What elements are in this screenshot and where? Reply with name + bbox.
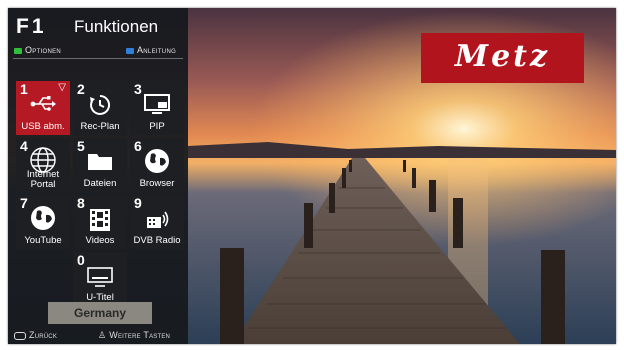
browser-globe-icon — [145, 149, 169, 173]
tile-number: 4 — [20, 138, 28, 154]
guide-label: Anleitung — [137, 45, 177, 55]
tile-label: Internet Portal — [26, 169, 60, 190]
back-label: Zurück — [29, 330, 58, 340]
metz-logo-text: Metz — [454, 39, 551, 74]
tile-number: 8 — [77, 195, 85, 211]
options-label: Optionen — [25, 45, 62, 55]
tile-number: 7 — [20, 195, 28, 211]
film-icon — [90, 209, 110, 231]
function-key-label: F1 — [16, 15, 47, 38]
dropdown-indicator-icon: ▽ — [58, 82, 66, 93]
header-divider — [13, 58, 183, 59]
tile-label: USB abm. — [21, 121, 65, 132]
blue-key-icon — [126, 47, 134, 54]
tile-number: 1 — [20, 81, 28, 97]
tile-label: YouTube — [24, 235, 62, 246]
tile-usb-remove[interactable]: 1 ▽ USB abm. — [16, 81, 70, 135]
tile-subtitles[interactable]: 0 U-Titel — [73, 252, 127, 306]
tile-label: Dateien — [83, 178, 117, 189]
tile-label: Browser — [139, 178, 175, 189]
radio-icon — [147, 211, 169, 228]
subtitle-icon — [87, 267, 113, 287]
tile-browser[interactable]: 6 Browser — [130, 138, 184, 192]
tile-dvb-radio[interactable]: 9 DVB Radio — [130, 195, 184, 249]
person-key-icon: ♙ — [98, 330, 107, 340]
function-grid: 1 ▽ USB abm. 2 Rec-Plan 3 PIP 4 Internet… — [16, 81, 184, 306]
country-flag-banner: Germany — [48, 302, 152, 324]
timer-icon — [90, 94, 111, 115]
more-keys-label: Weitere Tasten — [109, 330, 171, 340]
tile-number: 2 — [77, 81, 85, 97]
tile-label: Rec-Plan — [80, 121, 120, 132]
pip-icon — [144, 94, 170, 114]
tile-internet-portal[interactable]: 4 Internet Portal — [16, 138, 70, 192]
country-label: Germany — [73, 306, 127, 320]
back-key-icon — [14, 331, 26, 340]
tile-youtube[interactable]: 7 YouTube — [16, 195, 70, 249]
tile-pip[interactable]: 3 PIP — [130, 81, 184, 135]
tile-videos[interactable]: 8 Videos — [73, 195, 127, 249]
tile-label: PIP — [149, 121, 165, 132]
back-hint[interactable]: Zurück — [14, 330, 57, 340]
tile-number: 0 — [77, 252, 85, 268]
tile-number: 9 — [134, 195, 142, 211]
tile-number: 3 — [134, 81, 142, 97]
tile-files[interactable]: 5 Dateien — [73, 138, 127, 192]
tile-label: Videos — [85, 235, 115, 246]
tile-rec-plan[interactable]: 2 Rec-Plan — [73, 81, 127, 135]
functions-menu: F1 Funktionen Optionen Anleitung 1 ▽ USB… — [8, 8, 188, 344]
menu-title: Funktionen — [74, 17, 159, 36]
youtube-globe-icon — [31, 206, 55, 230]
folder-icon — [88, 154, 112, 170]
green-key-icon — [14, 47, 22, 54]
tile-number: 5 — [77, 138, 85, 154]
options-hint[interactable]: Optionen — [14, 45, 61, 55]
metz-logo: Metz — [421, 33, 584, 83]
tile-label: DVB Radio — [133, 235, 181, 246]
guide-hint[interactable]: Anleitung — [126, 45, 176, 55]
tv-screen: Metz F1 Funktionen Optionen Anleitung 1 … — [8, 8, 616, 344]
more-keys-hint[interactable]: ♙ Weitere Tasten — [98, 330, 170, 341]
tile-number: 6 — [134, 138, 142, 154]
usb-icon — [30, 96, 56, 111]
